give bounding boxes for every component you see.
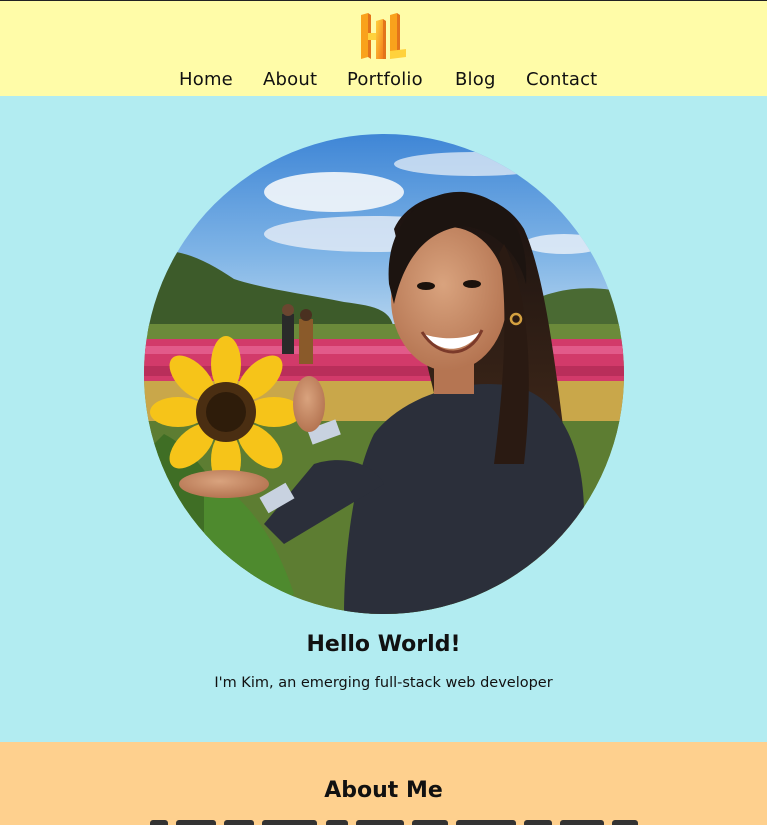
nav-about[interactable]: About [263, 69, 317, 90]
nav-contact[interactable]: Contact [526, 69, 597, 90]
hero-title: Hello World! [306, 632, 461, 657]
nav-home[interactable]: Home [179, 69, 233, 90]
hero-subtitle: I'm Kim, an emerging full-stack web deve… [214, 675, 553, 691]
site-header: Home About Portfolio Blog Contact [0, 1, 767, 96]
about-section: About Me [0, 742, 767, 825]
main-nav: Home About Portfolio Blog Contact [0, 69, 767, 95]
nav-portfolio[interactable]: Portfolio [347, 69, 423, 90]
hl-monogram-logo-icon[interactable] [359, 11, 409, 61]
profile-photo-illustration [144, 134, 624, 614]
about-text-cutoff [150, 820, 650, 825]
about-title: About Me [324, 778, 443, 803]
hero-section: Hello World! I'm Kim, an emerging full-s… [0, 96, 767, 742]
profile-photo [144, 134, 624, 614]
nav-blog[interactable]: Blog [455, 69, 496, 90]
